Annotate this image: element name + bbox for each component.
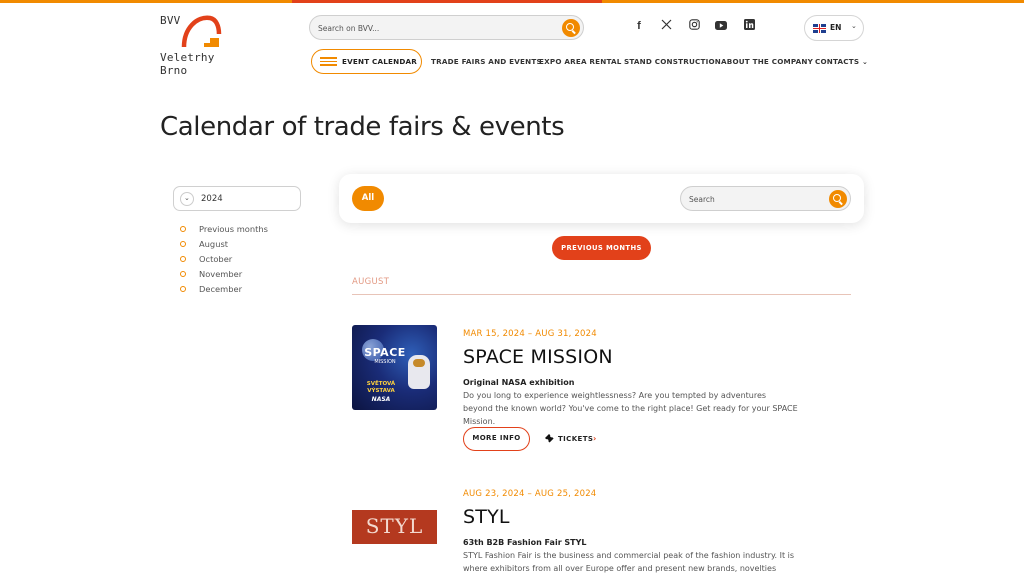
event-subtitle: Original NASA exhibition xyxy=(463,378,575,387)
event-date: MAR 15, 2024 – AUG 31, 2024 xyxy=(463,329,597,339)
event-subtitle: 63th B2B Fashion Fair STYL xyxy=(463,538,587,547)
event-image-space-mission[interactable]: SPACE MISSION SVĚTOVÁ VÝSTAVA NASA xyxy=(352,325,437,410)
logo-name: Veletrhy Brno xyxy=(160,51,215,77)
bvv-logo[interactable]: BVV Veletrhy Brno xyxy=(160,14,230,78)
chevron-right-icon: › xyxy=(593,434,597,443)
linkedin-icon[interactable] xyxy=(742,19,756,33)
chevron-down-icon: ⌄ xyxy=(851,22,857,30)
bullet-icon xyxy=(180,271,186,277)
nav-about-company[interactable]: ABOUT THE COMPANY xyxy=(721,57,813,66)
ticket-icon xyxy=(544,434,555,447)
more-info-button[interactable]: MORE INFO xyxy=(463,427,530,451)
site-search[interactable] xyxy=(309,15,584,40)
youtube-icon[interactable] xyxy=(714,19,728,33)
top-accent-bar xyxy=(0,0,1024,3)
event-image-styl[interactable]: STYL xyxy=(352,510,437,544)
bullet-icon xyxy=(180,256,186,262)
calendar-search-input[interactable] xyxy=(689,191,829,207)
event-title[interactable]: SPACE MISSION xyxy=(463,346,613,368)
language-selector[interactable]: EN ⌄ xyxy=(804,15,864,41)
chevron-down-icon: ⌄ xyxy=(180,192,194,206)
bullet-icon xyxy=(180,226,186,232)
bullet-icon xyxy=(180,286,186,292)
month-divider xyxy=(352,294,851,295)
filter-all-button[interactable]: All xyxy=(352,186,384,211)
logo-bvv-text: BVV xyxy=(160,14,181,27)
instagram-icon[interactable] xyxy=(687,19,701,33)
bullet-icon xyxy=(180,241,186,247)
event-title[interactable]: STYL xyxy=(463,506,510,528)
nav-stand-construction[interactable]: STAND CONSTRUCTION xyxy=(624,57,721,66)
search-icon[interactable] xyxy=(562,19,580,37)
nav-expo-area-rental[interactable]: EXPO AREA RENTAL xyxy=(539,57,622,66)
event-date: AUG 23, 2024 – AUG 25, 2024 xyxy=(463,489,597,499)
language-code: EN xyxy=(830,23,842,32)
event-description: STYL Fashion Fair is the business and co… xyxy=(463,551,795,573)
year-select[interactable]: ⌄ 2024 xyxy=(173,186,301,211)
menu-icon xyxy=(320,57,337,66)
facebook-icon[interactable]: f xyxy=(632,19,646,33)
site-search-input[interactable] xyxy=(318,20,558,36)
nav-contacts[interactable]: CONTACTS ⌄ xyxy=(815,57,868,66)
filter-panel: All xyxy=(339,174,864,223)
month-heading: AUGUST xyxy=(352,277,390,287)
search-icon[interactable] xyxy=(829,190,847,208)
logo-arc-icon xyxy=(181,15,222,48)
uk-flag-icon xyxy=(813,24,826,33)
previous-months-button[interactable]: PREVIOUS MONTHS xyxy=(552,236,651,260)
page-title: Calendar of trade fairs & events xyxy=(160,112,565,142)
x-icon[interactable] xyxy=(659,19,673,33)
nav-trade-fairs[interactable]: TRADE FAIRS AND EVENTS xyxy=(431,57,542,66)
chevron-down-icon: ⌄ xyxy=(861,58,869,66)
nav-event-calendar-label: EVENT CALENDAR xyxy=(342,57,418,66)
tickets-label: TICKETS xyxy=(558,435,594,443)
year-value: 2024 xyxy=(201,194,223,204)
calendar-search[interactable] xyxy=(680,186,851,211)
nav-event-calendar-button[interactable]: EVENT CALENDAR xyxy=(311,49,422,74)
event-description: Do you long to experience weightlessness… xyxy=(463,391,798,426)
